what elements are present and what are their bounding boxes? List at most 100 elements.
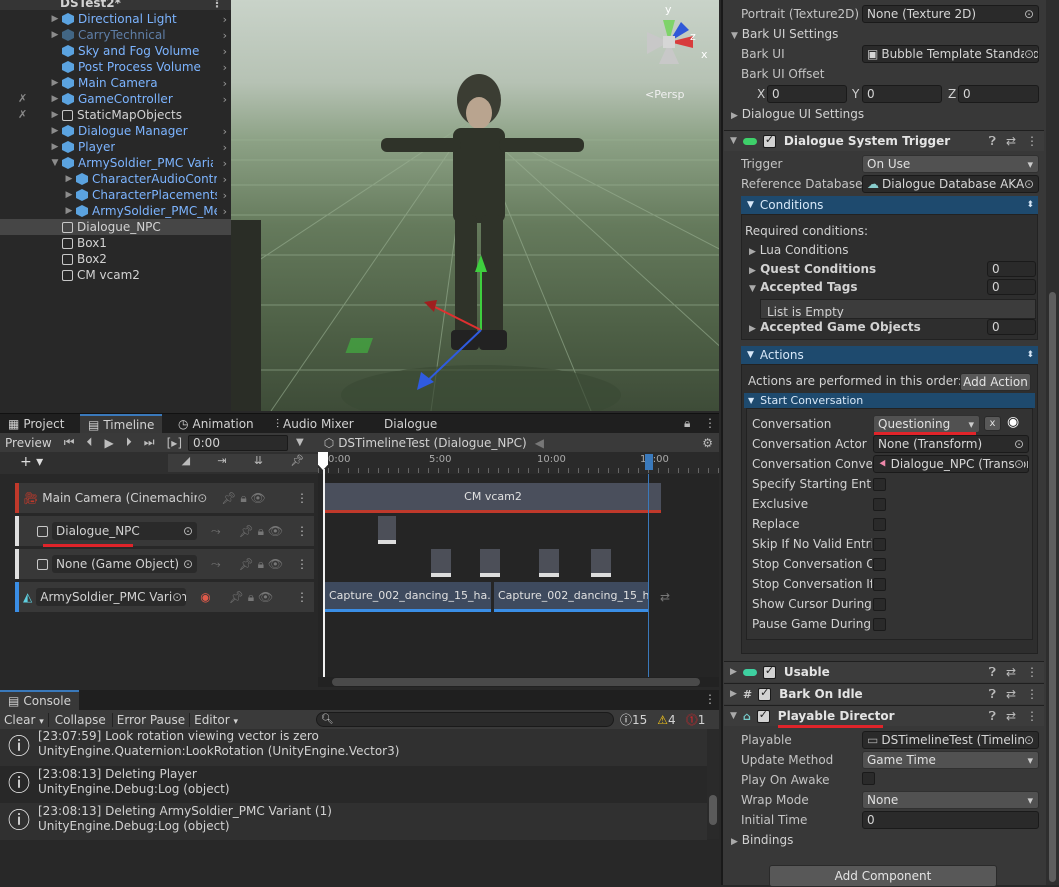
toggle-checkbox[interactable] bbox=[873, 598, 886, 611]
hierarchy-item[interactable]: ▶ StaticMapObjects bbox=[48, 107, 231, 123]
bindings-foldout[interactable]: ▶ Bindings bbox=[731, 833, 793, 847]
track-main-camera[interactable]: 🎥︎ Main Camera (Cinemachine ⊙ 📌︎ 🔒︎ 👁︎ ⋮ bbox=[15, 483, 314, 513]
help-icon[interactable]: ❓︎ bbox=[989, 134, 996, 149]
dialogue-system-trigger-header[interactable]: ▼ Dialogue System Trigger ❓︎⇄⋮ bbox=[724, 130, 1044, 151]
lua-conditions-foldout[interactable]: ▶ Lua Conditions bbox=[749, 243, 849, 257]
preview-button[interactable]: Preview bbox=[5, 436, 52, 450]
prev-frame-icon[interactable]: ⏴ bbox=[87, 435, 93, 450]
warn-count-toggle[interactable]: ⚠4 bbox=[657, 713, 675, 727]
track-lock-icon[interactable]: 📌︎ 🔒︎ 👁︎ bbox=[221, 491, 265, 506]
enable-checkbox[interactable] bbox=[756, 708, 770, 723]
tab-project[interactable]: ▦ Project bbox=[0, 414, 72, 434]
bark-ui-field[interactable]: ▣ Bubble Template Standard ⊙ bbox=[862, 45, 1039, 63]
toggle-checkbox[interactable] bbox=[873, 498, 886, 511]
persp-label[interactable]: <Persp bbox=[645, 88, 684, 101]
editor-dropdown[interactable]: Editor ▾ bbox=[189, 712, 242, 727]
open-prefab-chevron-icon[interactable]: › bbox=[223, 77, 227, 90]
tab-console[interactable]: ▤ Console bbox=[0, 690, 79, 710]
lock-icon[interactable]: 🔒︎ bbox=[684, 416, 690, 431]
enable-checkbox[interactable] bbox=[758, 686, 772, 701]
add-action-button[interactable]: Add Action bbox=[960, 373, 1031, 391]
open-prefab-chevron-icon[interactable]: › bbox=[223, 189, 227, 202]
scene-menu-icon[interactable]: ⋮ bbox=[211, 0, 223, 10]
hierarchy-item[interactable]: ▼ ArmySoldier_PMC Variant › bbox=[48, 155, 231, 171]
collapse-arrow-icon[interactable]: ▶ bbox=[48, 30, 62, 40]
playable-director-header[interactable]: ▼ ⌂ Playable Director ❓︎⇄⋮ bbox=[724, 705, 1044, 726]
console-scrollbar[interactable] bbox=[707, 729, 719, 839]
log-entry[interactable]: ⓘ [23:08:13] Deleting ArmySoldier_PMC Va… bbox=[0, 803, 707, 840]
hierarchy-item[interactable]: ▶ Dialogue Manager › bbox=[48, 123, 231, 139]
time-field[interactable]: 0:00 bbox=[188, 434, 288, 451]
animation-clip-1[interactable]: Capture_002_dancing_15_ha... bbox=[325, 582, 491, 612]
collapse-arrow-icon[interactable]: ▶ bbox=[48, 126, 62, 136]
open-prefab-chevron-icon[interactable]: › bbox=[223, 157, 227, 170]
open-prefab-chevron-icon[interactable]: › bbox=[223, 13, 227, 26]
add-track-button[interactable]: + ▾ bbox=[20, 454, 43, 470]
hierarchy-item[interactable]: Box2 bbox=[48, 251, 231, 267]
track-lock-icon[interactable]: 📌︎ 🔒︎ 👁︎ bbox=[229, 590, 273, 605]
open-prefab-chevron-icon[interactable]: › bbox=[223, 45, 227, 58]
offset-z-field[interactable]: 0 bbox=[958, 85, 1039, 103]
object-picker-icon[interactable]: ⊙ bbox=[1023, 733, 1034, 747]
component-menu-icon[interactable]: ⋮ bbox=[1026, 134, 1038, 149]
component-menu-icon[interactable]: ⋮ bbox=[1026, 665, 1038, 680]
hierarchy-item[interactable]: ▶ Main Camera › bbox=[48, 75, 231, 91]
hierarchy-item[interactable]: ▶ CarryTechnical › bbox=[48, 27, 231, 43]
hierarchy-item[interactable]: Dialogue_NPC bbox=[0, 219, 231, 235]
hierarchy-item[interactable]: CM vcam2 bbox=[48, 267, 231, 283]
usable-header[interactable]: ▶ Usable ❓︎⇄⋮ bbox=[724, 661, 1044, 682]
track-menu-icon[interactable]: ⋮ bbox=[296, 524, 308, 538]
track-menu-icon[interactable]: ⋮ bbox=[296, 590, 308, 604]
console-search-input[interactable]: 🔍︎ bbox=[315, 712, 614, 727]
conditions-section-header[interactable]: ▼ Conditions ⬍ bbox=[741, 196, 1038, 214]
track-lock-icon[interactable]: 📌︎ 🔒︎ 👁︎ bbox=[239, 557, 283, 572]
animation-clip-2[interactable]: Capture_002_dancing_15_han... bbox=[494, 582, 649, 612]
start-conversation-header[interactable]: ▼ Start Conversation bbox=[744, 393, 1035, 408]
hierarchy-item[interactable]: Post Process Volume › bbox=[48, 59, 231, 75]
open-prefab-chevron-icon[interactable]: › bbox=[223, 29, 227, 42]
info-count-toggle[interactable]: ⓘ15 bbox=[620, 711, 647, 728]
object-picker-icon[interactable]: ⊙ bbox=[172, 590, 183, 604]
help-icon[interactable]: ❓︎ bbox=[989, 687, 996, 702]
hierarchy-item[interactable]: Sky and Fog Volume › bbox=[48, 43, 231, 59]
signal-clip[interactable] bbox=[378, 516, 396, 544]
replace-icon[interactable]: ⇥ bbox=[217, 454, 226, 472]
reorder-icon[interactable]: ⬍ bbox=[1026, 200, 1034, 210]
track-menu-icon[interactable]: ⋮ bbox=[296, 491, 308, 505]
accepted-game-objects-foldout[interactable]: ▶ Accepted Game Objects bbox=[749, 320, 921, 334]
signal-icon[interactable]: ⤳ bbox=[211, 557, 221, 572]
tab-timeline[interactable]: ▤ Timeline bbox=[80, 414, 163, 434]
conversation-picker-icon[interactable]: ◉ bbox=[1007, 414, 1019, 430]
signal-clip[interactable] bbox=[480, 549, 500, 577]
actions-section-header[interactable]: ▼ Actions ⬍ bbox=[741, 346, 1038, 364]
object-picker-icon[interactable]: ⊙ bbox=[183, 524, 193, 538]
scene-visibility-icon[interactable]: ✗ bbox=[18, 92, 27, 105]
track-none-gameobject[interactable]: None (Game Object) ⊙ ⤳ 📌︎ 🔒︎ 👁︎ ⋮ bbox=[15, 549, 314, 579]
toggle-checkbox[interactable] bbox=[873, 538, 886, 551]
quest-conditions-foldout[interactable]: ▶ Quest Conditions bbox=[749, 262, 876, 276]
open-prefab-chevron-icon[interactable]: › bbox=[223, 61, 227, 74]
goto-start-icon[interactable]: ⏮ bbox=[64, 435, 75, 450]
conversation-dropdown[interactable]: Questioning bbox=[873, 415, 980, 433]
collapse-button[interactable]: Collapse bbox=[47, 712, 112, 727]
signal-clip[interactable] bbox=[431, 549, 451, 577]
trigger-dropdown[interactable]: On Use bbox=[862, 155, 1039, 173]
open-prefab-chevron-icon[interactable]: › bbox=[223, 205, 227, 218]
timeline-ruler[interactable]: 0:00 5:00 10:00 15:00 bbox=[318, 452, 719, 474]
clip-cm-vcam2[interactable]: CM vcam2 bbox=[325, 483, 661, 513]
goto-end-icon[interactable]: ⏭ bbox=[144, 435, 155, 450]
tab-dialogue[interactable]: Dialogue bbox=[376, 414, 445, 434]
hierarchy-item[interactable]: Box1 bbox=[48, 235, 231, 251]
track-dialogue-npc[interactable]: Dialogue_NPC ⊙ ⤳ 📌︎ 🔒︎ 👁︎ ⋮ bbox=[15, 516, 314, 546]
playable-field[interactable]: ▭ DSTimelineTest (Timeline ⊙ bbox=[862, 731, 1039, 749]
add-component-button[interactable]: Add Component bbox=[769, 865, 997, 887]
open-prefab-chevron-icon[interactable]: › bbox=[223, 173, 227, 186]
panel-menu-icon[interactable]: ⋮ bbox=[704, 416, 716, 430]
enable-checkbox[interactable] bbox=[762, 133, 776, 148]
collapse-arrow-icon[interactable]: ▶ bbox=[48, 142, 62, 152]
portrait-field[interactable]: None (Texture 2D) ⊙ bbox=[862, 5, 1039, 23]
ripple-icon[interactable]: ◢ bbox=[182, 454, 190, 472]
component-menu-icon[interactable]: ⋮ bbox=[1026, 687, 1038, 702]
conversation-clear-button[interactable]: x bbox=[984, 416, 1001, 431]
timeline-hscrollbar[interactable] bbox=[318, 677, 719, 687]
